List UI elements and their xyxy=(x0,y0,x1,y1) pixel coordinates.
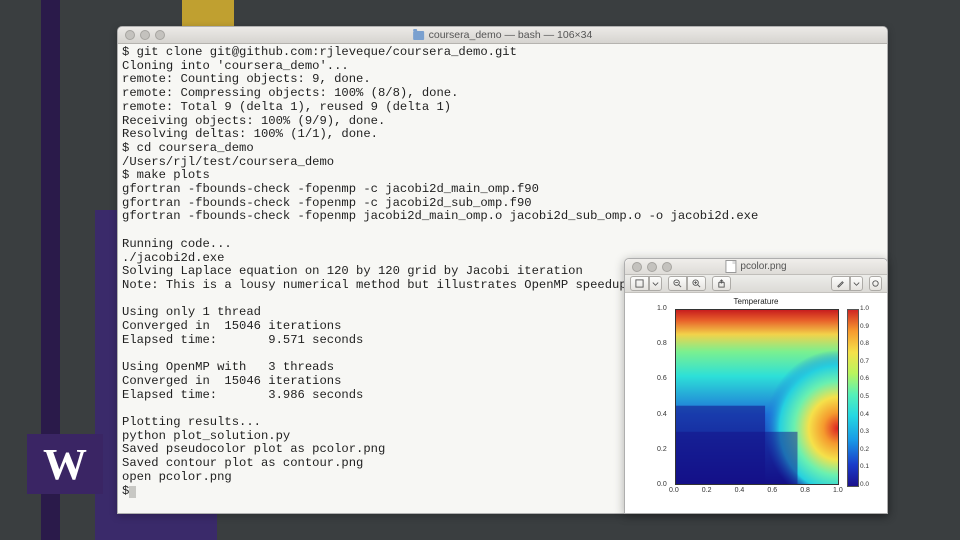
view-dropdown-button[interactable] xyxy=(649,276,662,291)
colorbar-tick-label: 0.8 xyxy=(860,340,869,347)
edit-dropdown-button[interactable] xyxy=(850,276,863,291)
zoom-in-button[interactable] xyxy=(687,276,706,291)
x-tick-label: 0.4 xyxy=(735,487,745,494)
y-tick-label: 0.2 xyxy=(657,446,667,453)
preview-window[interactable]: pcolor.png xyxy=(624,258,888,514)
colorbar-tick-label: 0.5 xyxy=(860,393,869,400)
share-button[interactable] xyxy=(712,276,731,291)
zoom-out-button[interactable] xyxy=(668,276,687,291)
decorative-gold xyxy=(182,0,234,26)
minimize-icon[interactable] xyxy=(140,30,150,40)
preview-titlebar[interactable]: pcolor.png xyxy=(625,259,887,275)
traffic-lights xyxy=(118,30,165,40)
y-tick-label: 1.0 xyxy=(657,305,667,312)
chart-title: Temperature xyxy=(734,297,779,306)
zoom-icon[interactable] xyxy=(155,30,165,40)
colorbar-tick-label: 0.9 xyxy=(860,323,869,330)
heatmap-plot xyxy=(675,309,839,485)
y-tick-label: 0.8 xyxy=(657,340,667,347)
colorbar-tick-label: 0.6 xyxy=(860,375,869,382)
uw-logo: W xyxy=(27,434,103,494)
x-tick-label: 0.2 xyxy=(702,487,712,494)
preview-toolbar xyxy=(625,275,887,293)
zoom-icon[interactable] xyxy=(662,262,672,272)
file-icon xyxy=(725,260,736,273)
colorbar-tick-label: 0.4 xyxy=(860,411,869,418)
folder-icon xyxy=(413,31,424,40)
colorbar-tick-label: 0.2 xyxy=(860,446,869,453)
colorbar xyxy=(847,309,859,487)
preview-content: Temperature xyxy=(625,293,887,514)
colorbar-tick-label: 0.0 xyxy=(860,481,869,488)
x-tick-label: 0.8 xyxy=(800,487,810,494)
terminal-titlebar[interactable]: coursera_demo — bash — 106×34 xyxy=(118,27,887,44)
close-icon[interactable] xyxy=(632,262,642,272)
colorbar-tick-label: 1.0 xyxy=(860,305,869,312)
colorbar-tick-label: 0.7 xyxy=(860,358,869,365)
minimize-icon[interactable] xyxy=(647,262,657,272)
close-icon[interactable] xyxy=(125,30,135,40)
x-tick-label: 0.0 xyxy=(669,487,679,494)
colorbar-tick-label: 0.3 xyxy=(860,428,869,435)
y-tick-label: 0.0 xyxy=(657,481,667,488)
y-tick-label: 0.4 xyxy=(657,411,667,418)
markup-button[interactable] xyxy=(869,276,882,291)
terminal-title: coursera_demo — bash — 106×34 xyxy=(413,29,593,41)
edit-button[interactable] xyxy=(831,276,850,291)
colorbar-tick-label: 0.1 xyxy=(860,463,869,470)
view-mode-button[interactable] xyxy=(630,276,649,291)
x-tick-label: 0.6 xyxy=(767,487,777,494)
preview-title: pcolor.png xyxy=(725,260,786,273)
y-tick-label: 0.6 xyxy=(657,375,667,382)
x-tick-label: 1.0 xyxy=(833,487,843,494)
traffic-lights xyxy=(625,262,672,272)
